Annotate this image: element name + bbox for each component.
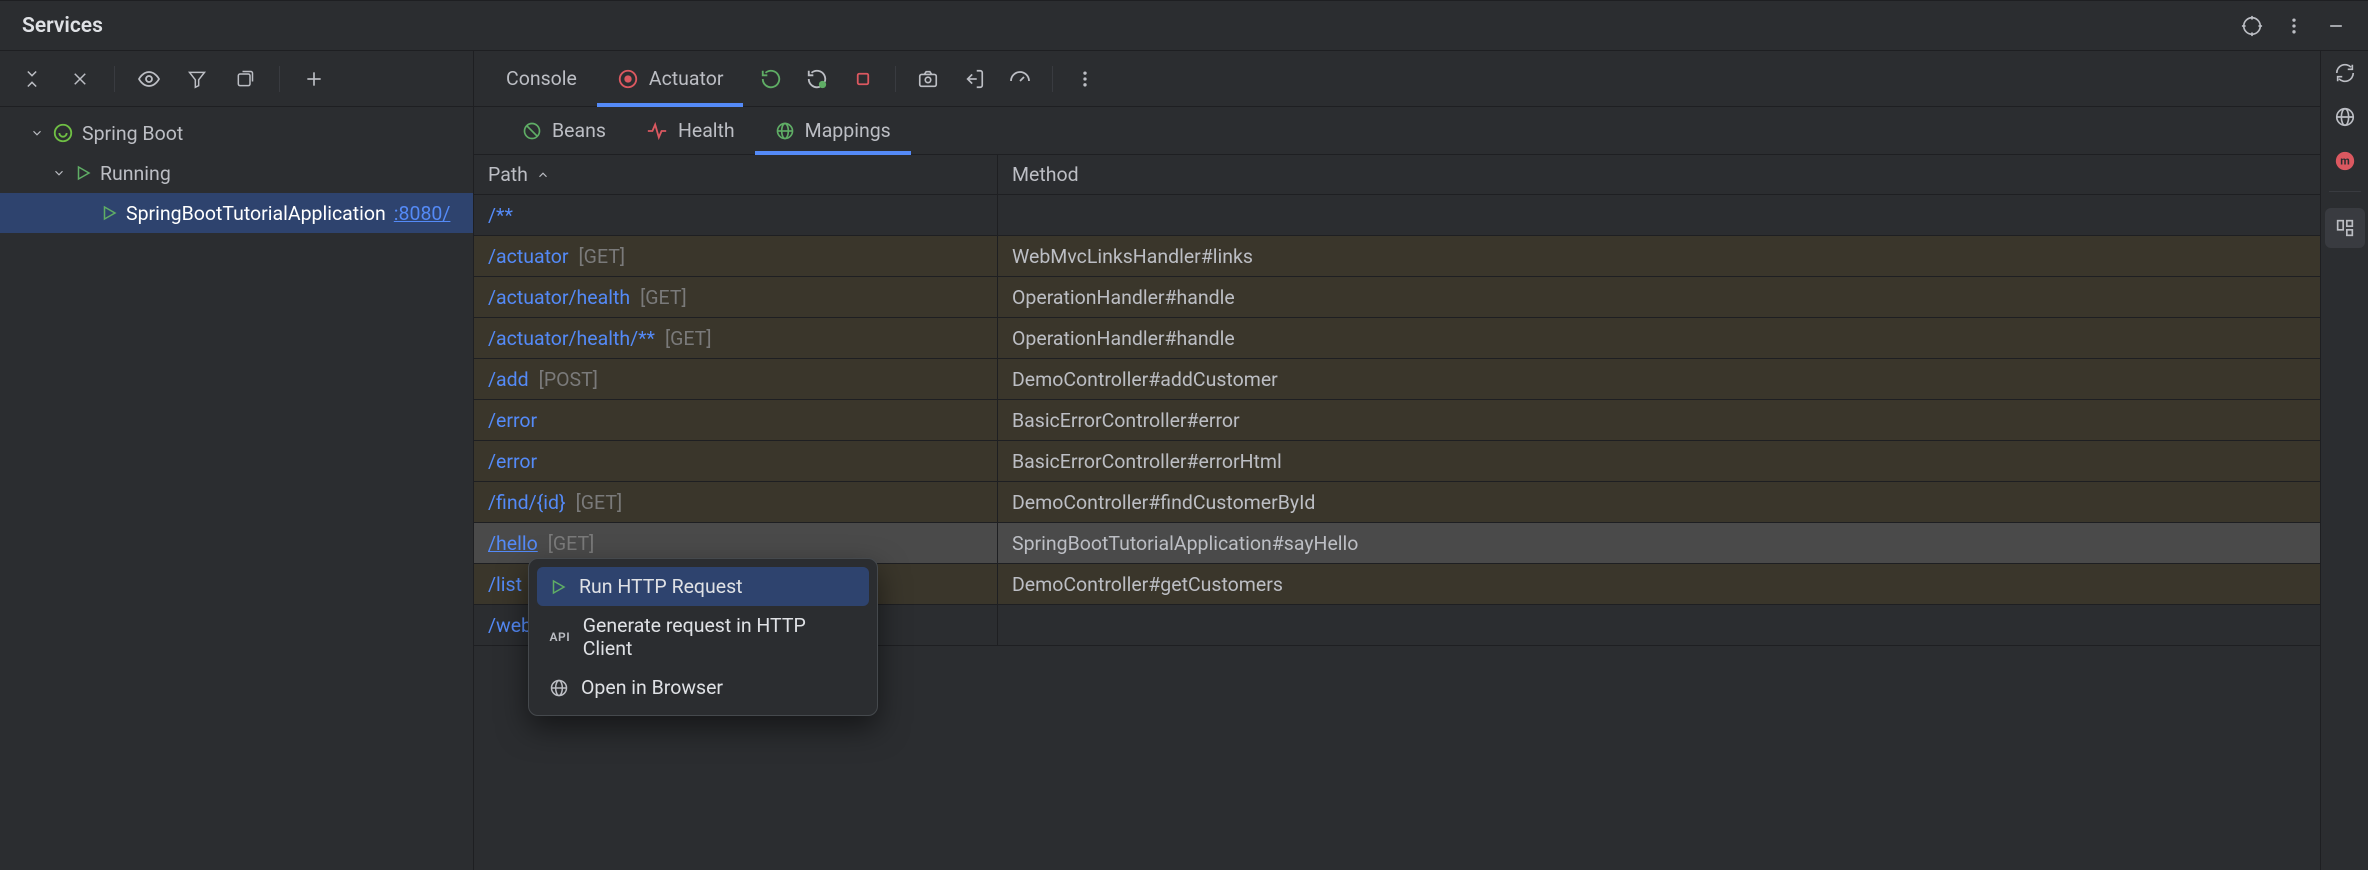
right-side-strip: m bbox=[2320, 51, 2368, 870]
subtab-beans[interactable]: Beans bbox=[502, 107, 626, 155]
titlebar: Services bbox=[0, 0, 2368, 50]
globe-icon bbox=[549, 678, 569, 698]
titlebar-actions bbox=[2238, 12, 2350, 40]
expand-collapse-icon[interactable] bbox=[18, 65, 46, 93]
play-icon bbox=[100, 204, 118, 222]
table-row[interactable]: /find/{id} [GET] DemoController#findCust… bbox=[474, 482, 2320, 523]
add-icon[interactable] bbox=[300, 65, 328, 93]
col-method[interactable]: Method bbox=[998, 155, 2320, 194]
left-panel: Spring Boot Running SpringBootTutorialAp… bbox=[0, 51, 474, 870]
tab-console[interactable]: Console bbox=[486, 51, 597, 107]
tab-console-label: Console bbox=[506, 67, 577, 90]
table-row[interactable]: /actuator [GET] WebMvcLinksHandler#links bbox=[474, 236, 2320, 277]
tree-running-label: Running bbox=[100, 162, 171, 185]
api-icon: API bbox=[549, 630, 571, 644]
actuator-icon bbox=[617, 68, 639, 90]
close-all-icon[interactable] bbox=[66, 65, 94, 93]
more-icon[interactable] bbox=[2280, 12, 2308, 40]
m-badge-icon[interactable]: m bbox=[2331, 147, 2359, 175]
camera-icon[interactable] bbox=[914, 65, 942, 93]
target-icon[interactable] bbox=[2238, 12, 2266, 40]
tab-actuator-label: Actuator bbox=[649, 67, 724, 90]
stop-icon[interactable] bbox=[849, 65, 877, 93]
tree-running[interactable]: Running bbox=[0, 153, 473, 193]
minimize-icon[interactable] bbox=[2322, 12, 2350, 40]
show-icon[interactable] bbox=[135, 65, 163, 93]
subtab-health[interactable]: Health bbox=[626, 107, 755, 155]
panel-title: Services bbox=[22, 14, 103, 38]
tab-actuator[interactable]: Actuator bbox=[597, 51, 744, 107]
left-toolbar bbox=[0, 51, 473, 107]
more-icon[interactable] bbox=[1071, 65, 1099, 93]
chevron-down-icon bbox=[52, 166, 66, 180]
actuator-subtabs: Beans Health Mappings bbox=[474, 107, 2320, 155]
table-row[interactable]: /error BasicErrorController#error bbox=[474, 400, 2320, 441]
col-path-label: Path bbox=[488, 163, 528, 186]
diagram-icon[interactable] bbox=[2325, 208, 2365, 248]
subtab-mappings[interactable]: Mappings bbox=[755, 107, 911, 155]
right-panel: Console Actuator bbox=[474, 51, 2320, 870]
run-toolbar bbox=[743, 65, 1099, 93]
services-tree: Spring Boot Running SpringBootTutorialAp… bbox=[0, 107, 473, 239]
tree-root-label: Spring Boot bbox=[82, 122, 183, 145]
subtab-health-label: Health bbox=[678, 119, 735, 142]
col-method-label: Method bbox=[1012, 163, 1079, 186]
cm-run-label: Run HTTP Request bbox=[579, 575, 743, 598]
exit-icon[interactable] bbox=[960, 65, 988, 93]
table-row[interactable]: /actuator/health/** [GET] OperationHandl… bbox=[474, 318, 2320, 359]
play-icon bbox=[74, 164, 92, 182]
cm-open-label: Open in Browser bbox=[581, 676, 723, 699]
context-menu: Run HTTP Request API Generate request in… bbox=[528, 558, 878, 716]
refresh-icon[interactable] bbox=[2331, 59, 2359, 87]
svg-text:m: m bbox=[2340, 155, 2350, 168]
table-row[interactable]: /** bbox=[474, 195, 2320, 236]
tree-app-label: SpringBootTutorialApplication bbox=[126, 202, 386, 225]
cm-generate-label: Generate request in HTTP Client bbox=[583, 614, 857, 660]
tree-root-springboot[interactable]: Spring Boot bbox=[0, 113, 473, 153]
play-icon bbox=[549, 578, 567, 596]
beans-icon bbox=[522, 121, 542, 141]
tree-app-port[interactable]: :8080/ bbox=[394, 202, 451, 225]
cm-open-browser[interactable]: Open in Browser bbox=[537, 668, 869, 707]
spring-icon bbox=[52, 122, 74, 144]
table-header: Path Method bbox=[474, 155, 2320, 195]
filter-icon[interactable] bbox=[183, 65, 211, 93]
tree-app[interactable]: SpringBootTutorialApplication :8080/ bbox=[0, 193, 473, 233]
health-icon bbox=[646, 120, 668, 142]
gauge-icon[interactable] bbox=[1006, 65, 1034, 93]
subtab-mappings-label: Mappings bbox=[805, 119, 891, 142]
rerun-icon[interactable] bbox=[757, 65, 785, 93]
cm-generate[interactable]: API Generate request in HTTP Client bbox=[537, 606, 869, 668]
mappings-icon bbox=[775, 121, 795, 141]
table-row[interactable]: /error BasicErrorController#errorHtml bbox=[474, 441, 2320, 482]
subtab-beans-label: Beans bbox=[552, 119, 606, 142]
cm-run-http[interactable]: Run HTTP Request bbox=[537, 567, 869, 606]
sort-asc-icon bbox=[536, 168, 550, 182]
open-window-icon[interactable] bbox=[231, 65, 259, 93]
globe-icon[interactable] bbox=[2331, 103, 2359, 131]
run-tabs: Console Actuator bbox=[474, 51, 2320, 107]
chevron-down-icon bbox=[30, 126, 44, 140]
table-row[interactable]: /add [POST] DemoController#addCustomer bbox=[474, 359, 2320, 400]
mappings-table: Path Method /** /actuator [GET] WebMvcLi… bbox=[474, 155, 2320, 870]
rerun-modified-icon[interactable] bbox=[803, 65, 831, 93]
table-row[interactable]: /actuator/health [GET] OperationHandler#… bbox=[474, 277, 2320, 318]
col-path[interactable]: Path bbox=[474, 155, 998, 194]
